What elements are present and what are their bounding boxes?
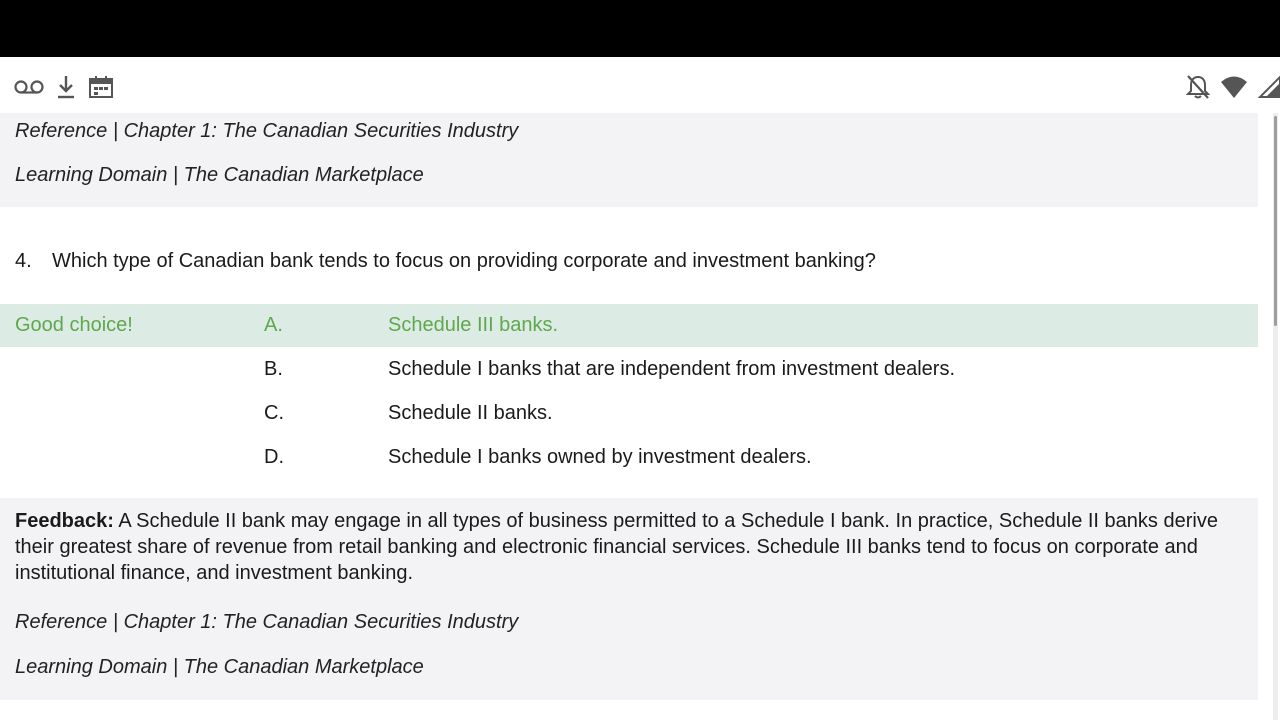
notifications-off-icon — [1186, 74, 1210, 100]
choice-a[interactable]: Good choice! A. Schedule III banks. — [0, 304, 1258, 347]
learning-domain-line: Learning Domain | The Canadian Marketpla… — [15, 164, 424, 186]
scrollbar-thumb[interactable] — [1274, 116, 1277, 326]
download-icon — [56, 74, 76, 100]
wifi-icon — [1220, 75, 1248, 99]
question: 4. Which type of Canadian bank tends to f… — [15, 250, 876, 273]
choice-letter: B. — [264, 358, 283, 380]
reference-box-top: Reference | Chapter 1: The Canadian Secu… — [0, 113, 1258, 207]
feedback-text: Feedback: A Schedule II bank may engage … — [15, 508, 1245, 586]
choice-verdict: Good choice! — [15, 314, 133, 336]
status-bar — [0, 57, 1280, 115]
reference-line: Reference | Chapter 1: The Canadian Secu… — [15, 120, 519, 142]
feedback-label: Feedback: — [15, 510, 114, 532]
calendar-icon — [88, 75, 114, 99]
top-black-bar — [0, 0, 1280, 57]
question-text: Which type of Canadian bank tends to foc… — [52, 250, 876, 272]
voicemail-icon — [14, 78, 44, 96]
choice-c[interactable]: C. Schedule II banks. — [0, 392, 1258, 435]
choice-text: Schedule III banks. — [388, 314, 559, 336]
choice-letter: D. — [264, 446, 284, 468]
choice-text: Schedule I banks owned by investment dea… — [388, 446, 812, 468]
choice-b[interactable]: B. Schedule I banks that are independent… — [0, 348, 1258, 391]
choice-text: Schedule I banks that are independent fr… — [388, 358, 956, 380]
signal-icon — [1258, 75, 1280, 99]
choice-text: Schedule II banks. — [388, 402, 553, 424]
reference-line: Reference | Chapter 1: The Canadian Secu… — [15, 611, 519, 633]
learning-domain-line: Learning Domain | The Canadian Marketpla… — [15, 656, 424, 678]
choice-d[interactable]: D. Schedule I banks owned by investment … — [0, 436, 1258, 479]
choice-letter: C. — [264, 402, 284, 424]
choice-letter: A. — [264, 314, 283, 336]
feedback-body: A Schedule II bank may engage in all typ… — [15, 510, 1218, 584]
question-number: 4. — [15, 250, 32, 272]
